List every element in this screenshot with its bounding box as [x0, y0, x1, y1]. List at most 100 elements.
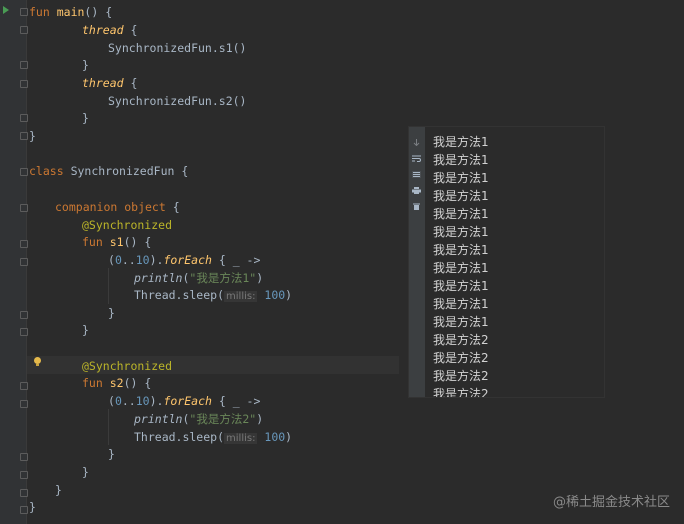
- fold-icon[interactable]: [20, 311, 28, 319]
- fold-icon[interactable]: [20, 240, 28, 248]
- fold-icon[interactable]: [20, 506, 28, 514]
- call-token: forEach: [163, 253, 212, 267]
- watermark: @稀土掘金技术社区: [552, 495, 670, 510]
- number-token: 100: [264, 288, 286, 302]
- code-line[interactable]: thread {: [82, 21, 137, 39]
- code-token: ).: [149, 394, 164, 408]
- fold-icon[interactable]: [20, 8, 28, 16]
- code-line[interactable]: }: [82, 109, 89, 127]
- fold-icon[interactable]: [20, 328, 28, 336]
- code-line[interactable]: SynchronizedFun.s2(): [108, 92, 246, 110]
- console-line: 我是方法1: [433, 243, 489, 257]
- code-line[interactable]: (0..10).forEach { _ ->: [108, 392, 260, 410]
- code-line[interactable]: }: [108, 445, 115, 463]
- console-line: 我是方法1: [433, 297, 489, 311]
- console-line: 我是方法1: [433, 315, 489, 329]
- fold-icon[interactable]: [20, 114, 28, 122]
- code-token: }: [29, 129, 36, 143]
- trash-icon[interactable]: [412, 203, 421, 210]
- print-icon[interactable]: [412, 187, 421, 194]
- fold-icon[interactable]: [20, 489, 28, 497]
- lightbulb-icon[interactable]: [34, 357, 41, 366]
- code-line[interactable]: class SynchronizedFun {: [29, 162, 188, 180]
- code-token: }: [108, 447, 115, 461]
- code-token: }: [55, 483, 62, 497]
- console-line: 我是方法1: [433, 279, 489, 293]
- run-icon[interactable]: [3, 6, 9, 14]
- parameter-hint: millis:: [224, 433, 258, 444]
- code-line[interactable]: @Synchronized: [82, 357, 172, 375]
- code-token: ..: [121, 394, 136, 408]
- code-line[interactable]: (0..10).forEach { _ ->: [108, 251, 260, 269]
- code-line[interactable]: }: [29, 498, 36, 516]
- keyword-token: fun: [82, 376, 103, 390]
- console-line: 我是方法1: [433, 189, 489, 203]
- code-editor[interactable]: fun main() { thread { SynchronizedFun.s1…: [0, 0, 399, 524]
- soft-wrap-icon[interactable]: [412, 155, 421, 162]
- number-token: 10: [135, 253, 150, 267]
- fold-icon[interactable]: [20, 400, 28, 408]
- code-token: }: [82, 465, 89, 479]
- fold-icon[interactable]: [20, 204, 28, 212]
- fold-icon[interactable]: [20, 168, 28, 176]
- string-token: "我是方法2": [189, 412, 257, 426]
- annotation-token: @Synchronized: [82, 218, 173, 232]
- code-line[interactable]: fun s2() {: [82, 374, 151, 392]
- string-token: "我是方法1": [189, 271, 257, 285]
- fold-icon[interactable]: [20, 258, 28, 266]
- fold-icon[interactable]: [20, 26, 28, 34]
- fold-icon[interactable]: [20, 80, 28, 88]
- keyword-token: class: [29, 164, 64, 178]
- code-line[interactable]: }: [82, 463, 89, 481]
- code-token: {: [123, 23, 138, 37]
- number-token: 0: [114, 253, 122, 267]
- code-token: { _ ->: [211, 253, 261, 267]
- code-token: }: [82, 323, 89, 337]
- code-line[interactable]: thread {: [82, 74, 137, 92]
- fold-icon[interactable]: [20, 453, 28, 461]
- fold-icon[interactable]: [20, 382, 28, 390]
- code-token: }: [29, 500, 36, 514]
- code-token: }: [82, 58, 89, 72]
- code-line[interactable]: }: [29, 127, 36, 145]
- code-token: {: [174, 164, 189, 178]
- call-token: thread: [82, 76, 124, 90]
- indent-guide: [108, 268, 109, 304]
- console-line: 我是方法1: [433, 135, 489, 149]
- keyword-token: companion object: [55, 200, 166, 214]
- function-name: s2: [109, 376, 124, 390]
- code-token: ..: [121, 253, 136, 267]
- code-token: {: [165, 200, 180, 214]
- call-token: println: [134, 271, 183, 285]
- indent-guide: [108, 409, 109, 445]
- code-line[interactable]: fun s1() {: [82, 233, 151, 251]
- code-line[interactable]: }: [82, 321, 89, 339]
- code-token: {: [123, 76, 138, 90]
- code-line[interactable]: companion object {: [55, 198, 180, 216]
- code-line[interactable]: Thread.sleep(millis: 100): [134, 428, 292, 446]
- code-line[interactable]: println("我是方法1"): [134, 269, 263, 287]
- fold-icon[interactable]: [20, 61, 28, 69]
- code-line[interactable]: }: [82, 56, 89, 74]
- code-line[interactable]: fun main() {: [29, 3, 112, 21]
- console-toolbar: [409, 127, 425, 397]
- fold-icon[interactable]: [20, 471, 28, 479]
- console-line: 我是方法1: [433, 153, 489, 167]
- code-token: Thread.sleep(: [134, 288, 225, 302]
- console-output-panel[interactable]: 我是方法1 我是方法1 我是方法1 我是方法1 我是方法1 我是方法1 我是方法…: [408, 126, 605, 398]
- fold-icon[interactable]: [20, 132, 28, 140]
- arrow-down-icon[interactable]: [412, 139, 421, 146]
- code-line[interactable]: println("我是方法2"): [134, 410, 263, 428]
- console-line: 我是方法1: [433, 171, 489, 185]
- code-line[interactable]: SynchronizedFun.s1(): [108, 39, 246, 57]
- code-line[interactable]: }: [55, 481, 62, 499]
- call-token: forEach: [163, 394, 212, 408]
- number-token: 0: [114, 394, 122, 408]
- code-line[interactable]: }: [108, 304, 115, 322]
- call-token: thread: [82, 23, 124, 37]
- code-line[interactable]: @Synchronized: [82, 216, 172, 234]
- keyword-token: fun: [29, 5, 50, 19]
- code-token: () {: [123, 235, 152, 249]
- code-line[interactable]: Thread.sleep(millis: 100): [134, 286, 292, 304]
- scroll-to-end-icon[interactable]: [412, 171, 421, 178]
